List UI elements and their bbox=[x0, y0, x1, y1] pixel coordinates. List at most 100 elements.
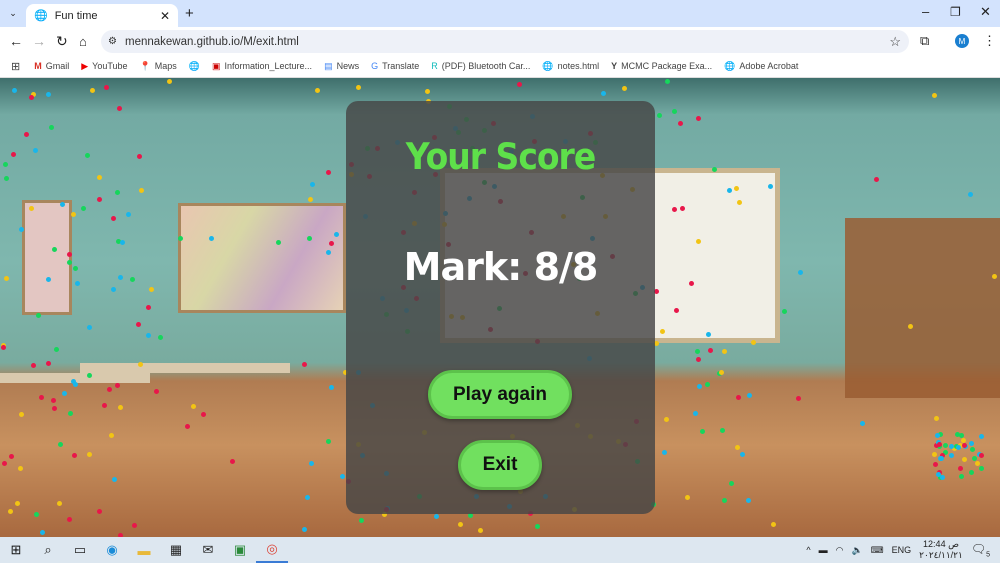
bookmark-translate[interactable]: G Translate bbox=[371, 61, 419, 71]
confetti-dot bbox=[665, 79, 671, 85]
bookmark-notes[interactable]: 🌐 notes.html bbox=[542, 61, 599, 72]
edge-icon[interactable]: ◉ bbox=[96, 537, 128, 563]
confetti-dot bbox=[131, 522, 137, 528]
youtube-icon: ▶ bbox=[81, 60, 89, 71]
bookmark-maps[interactable]: 📍 Maps bbox=[140, 61, 177, 72]
bookmark-star-icon[interactable]: ☆ bbox=[889, 34, 901, 50]
reload-icon[interactable]: ↻ bbox=[56, 33, 68, 50]
confetti-dot bbox=[696, 116, 702, 122]
confetti-dot bbox=[770, 522, 776, 528]
menu-icon[interactable]: ⋮ bbox=[983, 33, 996, 49]
show-hidden-icons-icon[interactable]: ^ bbox=[806, 545, 810, 555]
confetti-dot bbox=[969, 446, 975, 452]
pdf-icon: ▣ bbox=[211, 60, 221, 71]
confetti-dot bbox=[355, 84, 361, 90]
confetti-dot bbox=[968, 192, 974, 198]
confetti-dot bbox=[19, 412, 25, 418]
bookmark-globe[interactable]: 🌐 bbox=[189, 61, 200, 72]
bookmarks-bar: ⊞ M Gmail ▶ YouTube 📍 Maps 🌐 ▣ Information_L… bbox=[0, 55, 1000, 78]
language-indicator[interactable]: ENG bbox=[892, 545, 912, 555]
bookmark-information-lecture[interactable]: ▣ Information_Lecture... bbox=[212, 61, 312, 72]
confetti-dot bbox=[956, 444, 962, 450]
tab-list-dropdown-icon[interactable]: ⌄ bbox=[6, 6, 20, 20]
search-icon[interactable]: ⌕ bbox=[32, 537, 64, 563]
confetti-dot bbox=[991, 274, 997, 280]
new-tab-button[interactable]: + bbox=[185, 5, 194, 22]
confetti-dot bbox=[118, 405, 124, 411]
confetti-dot bbox=[948, 452, 954, 458]
bookmark-adobe-acrobat[interactable]: 🌐 Adobe Acrobat bbox=[724, 61, 798, 72]
confetti-dot bbox=[340, 473, 346, 479]
confetti-dot bbox=[145, 332, 151, 338]
chrome-icon[interactable]: ◎ bbox=[256, 537, 288, 563]
confetti-dot bbox=[957, 466, 963, 472]
file-explorer-icon[interactable]: ▬ bbox=[128, 537, 160, 563]
system-tray: ^ ▬ ◠ 🔈 ⌨ ENG 12:44 ص ٢٠٢٤/١١/٢١ 🗨5 bbox=[806, 537, 1000, 563]
close-window-button[interactable]: ✕ bbox=[980, 4, 991, 20]
confetti-dot bbox=[458, 521, 464, 527]
confetti-dot bbox=[49, 124, 55, 130]
confetti-dot bbox=[108, 432, 114, 438]
confetti-dot bbox=[654, 340, 660, 346]
tab-strip: ⌄ 🌐 Fun time ✕ + – ❐ ✕ bbox=[0, 0, 1000, 27]
home-icon[interactable]: ⌂ bbox=[79, 34, 87, 49]
confetti-dot bbox=[136, 153, 142, 159]
notifications-icon[interactable]: 🗨5 bbox=[971, 542, 990, 558]
confetti-dot bbox=[424, 88, 430, 94]
confetti-dot bbox=[85, 152, 91, 158]
forward-icon[interactable]: → bbox=[32, 33, 46, 49]
volume-icon[interactable]: 🔈 bbox=[851, 545, 862, 556]
confetti-dot bbox=[931, 452, 937, 458]
confetti-dot bbox=[129, 276, 135, 282]
wifi-icon[interactable]: ◠ bbox=[836, 545, 844, 556]
address-bar[interactable]: ⚙ mennakewan.github.io/M/exit.html ☆ bbox=[101, 30, 909, 53]
confetti-dot bbox=[12, 87, 18, 93]
keyboard-icon[interactable]: ⌨ bbox=[871, 545, 884, 556]
confetti-dot bbox=[301, 362, 307, 368]
confetti-dot bbox=[308, 196, 314, 202]
confetti-dot bbox=[138, 187, 144, 193]
classroom-poster bbox=[22, 200, 72, 315]
confetti-dot bbox=[148, 287, 154, 293]
app-icon[interactable]: ▣ bbox=[224, 537, 256, 563]
confetti-dot bbox=[117, 274, 123, 280]
site-info-icon[interactable]: ⚙ bbox=[108, 36, 117, 47]
play-again-button[interactable]: Play again bbox=[428, 370, 572, 419]
battery-icon[interactable]: ▬ bbox=[819, 545, 828, 555]
confetti-dot bbox=[721, 348, 727, 354]
confetti-dot bbox=[697, 383, 703, 389]
confetti-dot bbox=[477, 527, 483, 533]
extensions-icon[interactable]: ⧉ bbox=[920, 33, 929, 49]
apps-icon[interactable]: ⊞ bbox=[11, 60, 20, 73]
mail-icon[interactable]: ✉ bbox=[192, 537, 224, 563]
confetti-dot bbox=[664, 417, 670, 423]
bookmark-mcmc[interactable]: Y MCMC Package Exa... bbox=[611, 61, 712, 71]
confetti-dot bbox=[751, 339, 757, 345]
classroom-world-map bbox=[178, 203, 346, 313]
start-icon[interactable]: ⊞ bbox=[0, 537, 32, 563]
task-view-icon[interactable]: ▭ bbox=[64, 537, 96, 563]
classroom-bookshelf bbox=[845, 218, 1000, 398]
close-tab-icon[interactable]: ✕ bbox=[160, 9, 170, 23]
confetti-dot bbox=[45, 91, 51, 97]
confetti-dot bbox=[38, 394, 44, 400]
avatar[interactable]: M bbox=[955, 34, 969, 48]
back-icon[interactable]: ← bbox=[9, 33, 23, 49]
confetti-dot bbox=[979, 433, 985, 439]
confetti-dot bbox=[96, 509, 102, 515]
bookmark-bluetooth-pdf[interactable]: R (PDF) Bluetooth Car... bbox=[431, 61, 530, 71]
store-icon[interactable]: ▦ bbox=[160, 537, 192, 563]
confetti-dot bbox=[325, 170, 331, 176]
minimize-button[interactable]: – bbox=[922, 4, 929, 19]
restore-button[interactable]: ❐ bbox=[950, 5, 961, 19]
bookmark-youtube[interactable]: ▶ YouTube bbox=[81, 61, 127, 72]
exit-button[interactable]: Exit bbox=[458, 440, 542, 490]
clock[interactable]: 12:44 ص ٢٠٢٤/١١/٢١ bbox=[919, 539, 963, 561]
tab-fun-time[interactable]: 🌐 Fun time ✕ bbox=[26, 4, 178, 27]
globe-icon: 🌐 bbox=[34, 10, 48, 22]
clock-time: 12:44 ص bbox=[923, 539, 959, 549]
bookmark-gmail[interactable]: M Gmail bbox=[34, 61, 69, 71]
bookmark-news[interactable]: ▤ News bbox=[324, 61, 359, 72]
confetti-dot bbox=[468, 513, 474, 519]
confetti-dot bbox=[201, 412, 207, 418]
